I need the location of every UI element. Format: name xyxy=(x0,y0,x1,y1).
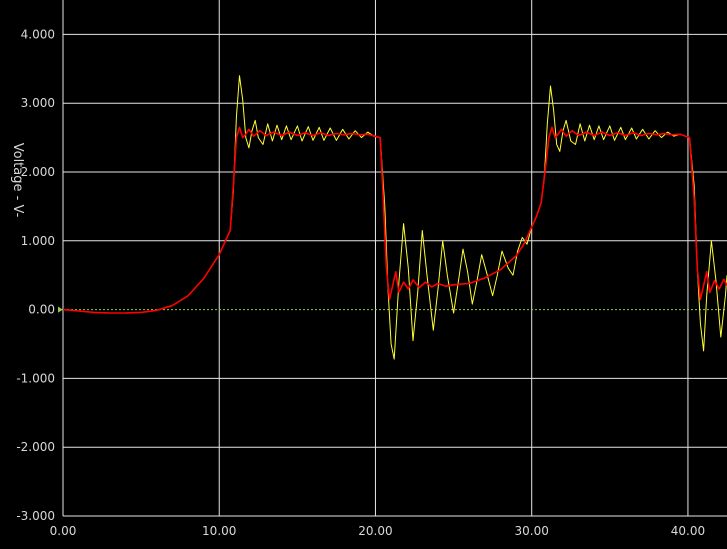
y-tick-label: -2.000 xyxy=(16,440,55,454)
x-tick-label: 40.00 xyxy=(671,524,705,538)
y-tick-label: 4.000 xyxy=(21,27,55,41)
y-tick-label: 0.00 xyxy=(28,303,55,317)
y-tick-label: -3.000 xyxy=(16,509,55,523)
x-tick-label: 10.00 xyxy=(202,524,236,538)
x-tick-label: 0.00 xyxy=(50,524,77,538)
chart-background xyxy=(0,0,727,549)
y-tick-label: 3.000 xyxy=(21,96,55,110)
y-axis-label: Voltage - V- xyxy=(10,143,25,218)
y-tick-label: 1.000 xyxy=(21,234,55,248)
x-tick-label: 30.00 xyxy=(515,524,549,538)
x-tick-label: 20.00 xyxy=(358,524,392,538)
y-tick-label: -1.000 xyxy=(16,371,55,385)
chart: 0.00 10.00 20.00 30.00 40.00 4.0003.0002.000… xyxy=(0,0,727,549)
